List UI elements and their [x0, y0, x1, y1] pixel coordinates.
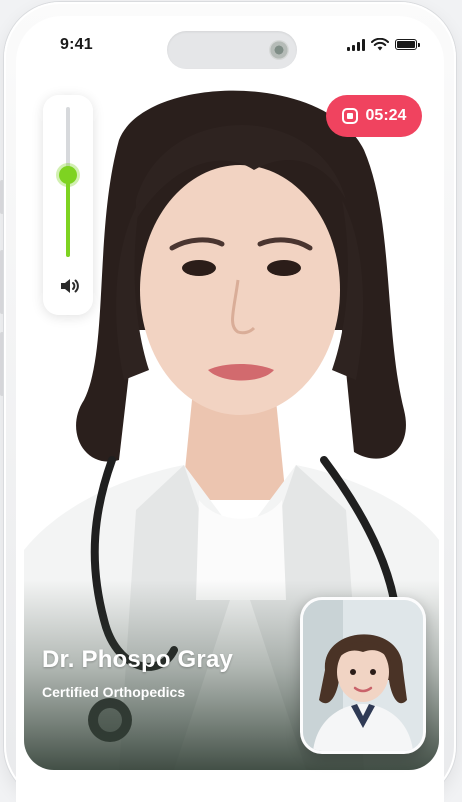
- self-view-video[interactable]: [300, 597, 426, 754]
- speaker-icon[interactable]: [58, 275, 80, 297]
- recording-timer-button[interactable]: 05:24: [326, 95, 422, 137]
- volume-slider-fill: [66, 174, 70, 257]
- status-time: 9:41: [60, 36, 93, 53]
- cellular-signal-icon: [347, 38, 365, 51]
- wifi-icon: [371, 38, 389, 51]
- doctor-name: Dr. Phospo Gray: [42, 646, 234, 673]
- volume-slider-thumb[interactable]: [59, 165, 77, 184]
- record-stop-icon: [341, 108, 358, 124]
- self-view-image: [303, 600, 423, 751]
- doctor-specialty: Certified Orthopedics: [42, 684, 186, 700]
- front-camera-icon: [269, 40, 289, 60]
- recording-time: 05:24: [365, 107, 407, 124]
- dynamic-island: [167, 31, 297, 69]
- battery-icon: [395, 39, 420, 50]
- volume-control-panel[interactable]: [43, 95, 93, 315]
- status-icons: [347, 38, 420, 51]
